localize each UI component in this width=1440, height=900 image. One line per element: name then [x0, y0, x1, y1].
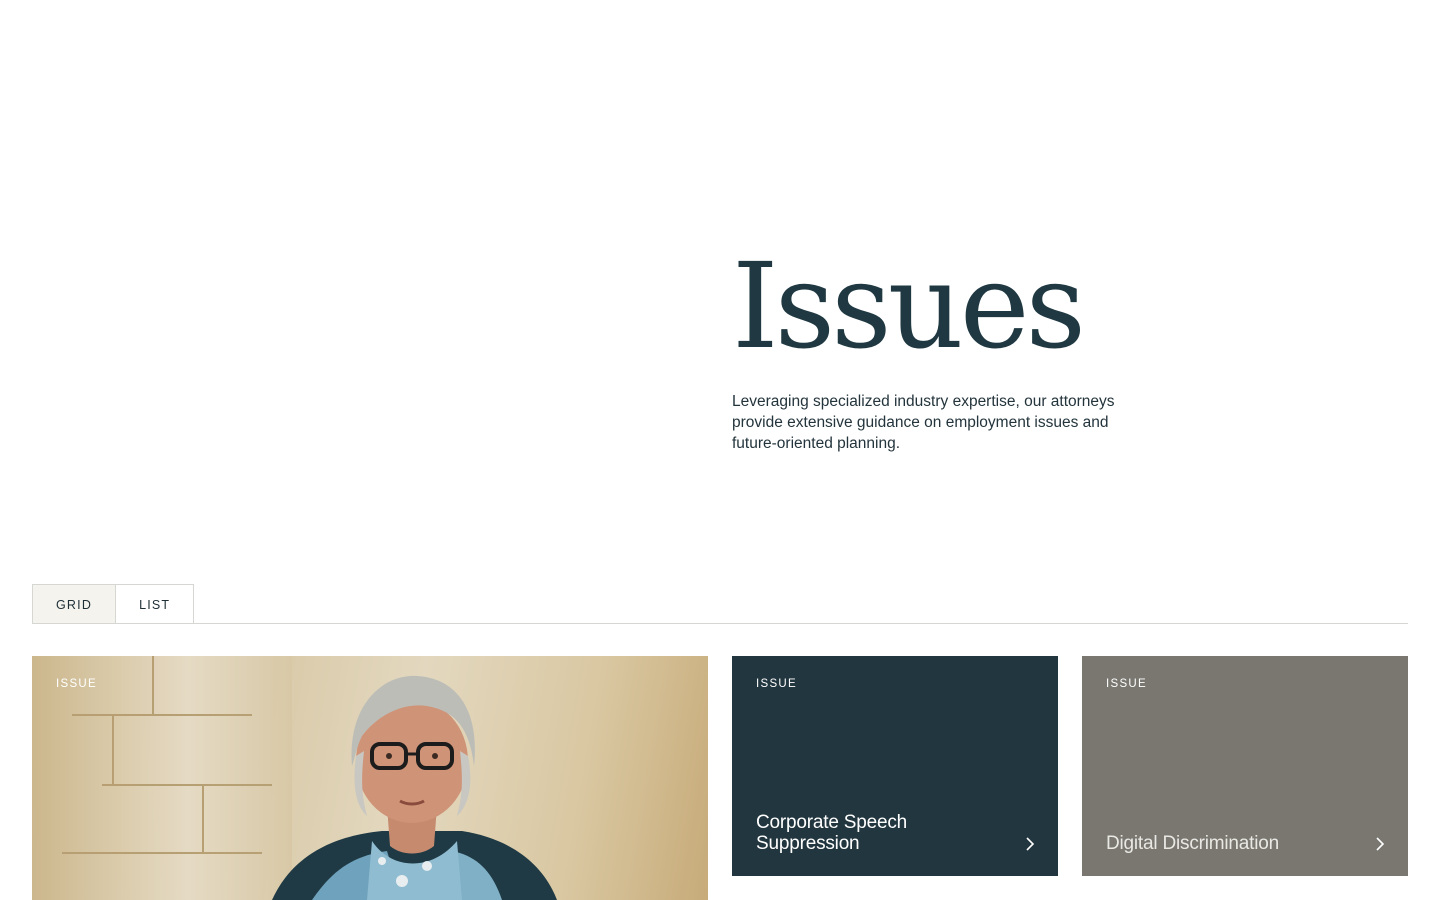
issue-card-photo[interactable]: ISSUE — [32, 656, 708, 900]
issue-card-digital-discrimination[interactable]: ISSUE Digital Discrimination — [1082, 656, 1408, 876]
view-toggle: GRID LIST — [32, 584, 195, 624]
card-title: Corporate Speech Suppression — [756, 812, 908, 854]
page-title: Issues — [732, 237, 1086, 375]
issues-page: Issues Leveraging specialized industry e… — [0, 0, 1440, 900]
card-category-label: ISSUE — [1106, 678, 1148, 690]
woman-portrait-image — [272, 675, 557, 900]
card-category-label: ISSUE — [56, 678, 98, 690]
list-view-button[interactable]: LIST — [116, 585, 194, 624]
card-category-label: ISSUE — [756, 678, 798, 690]
card-title: Digital Discrimination — [1106, 833, 1279, 854]
toolbar-divider — [32, 623, 1408, 624]
chevron-right-icon — [1026, 837, 1035, 851]
chevron-right-icon — [1376, 837, 1385, 851]
page-description: Leveraging specialized industry expertis… — [732, 393, 1115, 452]
issue-card-corporate-speech[interactable]: ISSUE Corporate Speech Suppression — [732, 656, 1058, 876]
grid-view-button[interactable]: GRID — [33, 585, 117, 624]
